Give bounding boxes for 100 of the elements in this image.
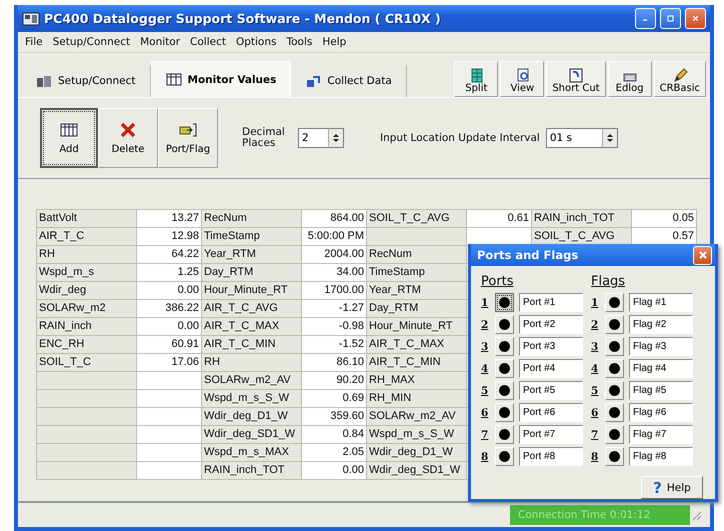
spin-buttons[interactable]	[328, 128, 344, 148]
toolbar-button[interactable]: Add	[40, 108, 98, 168]
section-heading: Ports	[481, 274, 515, 290]
value-cell: 2.05	[302, 444, 367, 462]
tab[interactable]: Collect Data	[291, 65, 407, 97]
port-number: 6	[481, 406, 490, 419]
variable-name-cell: Hour_Minute_RT	[202, 282, 302, 300]
flag-name-field[interactable]: Flag #6	[629, 403, 693, 422]
value-cell: 0.69	[302, 390, 367, 408]
tool-button[interactable]: Split	[454, 61, 498, 97]
value-cell: 5:00:00 PM	[302, 228, 367, 246]
port-name-field[interactable]: Port #1	[519, 293, 583, 312]
close-button[interactable]	[685, 8, 706, 29]
variable-name-cell: RAIN_inch_TOT	[532, 210, 632, 228]
tab-icon	[166, 72, 182, 87]
flag-name-field[interactable]: Flag #8	[629, 447, 693, 466]
variable-name-cell: SOIL_T_C	[37, 354, 137, 372]
value-cell: 0.00	[137, 318, 202, 336]
menu-item[interactable]: Setup/Connect	[48, 36, 136, 48]
tool-button[interactable]: View	[500, 61, 544, 97]
app-icon	[22, 10, 40, 26]
spinner-field[interactable]: 2	[298, 128, 328, 148]
tool-button[interactable]: Short Cut	[546, 61, 606, 97]
port-name-field[interactable]: Port #8	[519, 447, 583, 466]
value-cell: 0.00	[137, 282, 202, 300]
flag-name-field[interactable]: Flag #1	[629, 293, 693, 312]
flag-name-field[interactable]: Flag #3	[629, 337, 693, 356]
value-cell: 0.61	[467, 210, 532, 228]
close-button[interactable]	[693, 246, 712, 265]
menu-item[interactable]: Options	[230, 36, 282, 48]
flag-toggle-button[interactable]	[605, 337, 624, 356]
port-number: 5	[481, 384, 490, 397]
spin-buttons[interactable]	[602, 128, 618, 148]
variable-name-cell: RAIN_inch_TOT	[202, 462, 302, 480]
variable-name-cell: Hour_Minute_RT	[367, 318, 467, 336]
variable-name-cell: TimeStamp	[367, 264, 467, 282]
tool-button[interactable]: Edlog	[608, 61, 652, 97]
menu-item[interactable]: Collect	[185, 36, 231, 48]
flag-toggle-button[interactable]	[605, 425, 624, 444]
flag-name-field[interactable]: Flag #7	[629, 425, 693, 444]
flag-toggle-button[interactable]	[605, 293, 624, 312]
variable-name-cell: Wdir_deg	[37, 282, 137, 300]
field-label: Input Location Update Interval	[380, 132, 540, 144]
dialog-title: Ports and Flags	[477, 248, 578, 262]
value-cell: 86.10	[302, 354, 367, 372]
variable-name-cell: Day_RTM	[367, 300, 467, 318]
toolbar-button[interactable]: Delete	[98, 108, 158, 168]
menu-item[interactable]: File	[20, 36, 48, 48]
port-name-field[interactable]: Port #3	[519, 337, 583, 356]
variable-name-cell: AIR_T_C	[37, 228, 137, 246]
menu-item[interactable]: Tools	[281, 36, 318, 48]
variable-name-cell: SOLARw_m2_AV	[202, 372, 302, 390]
flag-number: 7	[591, 428, 600, 441]
port-name-field[interactable]: Port #4	[519, 359, 583, 378]
variable-name-cell: Year_RTM	[367, 282, 467, 300]
flag-number: 4	[591, 362, 600, 375]
port-name-field[interactable]: Port #7	[519, 425, 583, 444]
flag-name-field[interactable]: Flag #4	[629, 359, 693, 378]
port-toggle-button[interactable]	[495, 293, 514, 312]
flag-name-field[interactable]: Flag #5	[629, 381, 693, 400]
variable-name-cell: Wdir_deg_D1_W	[202, 408, 302, 426]
flag-toggle-button[interactable]	[605, 315, 624, 334]
tool-button[interactable]: CRBasic	[654, 61, 706, 97]
value-cell: 1700.00	[302, 282, 367, 300]
toolbar-icon	[179, 122, 197, 138]
toolbar-button[interactable]: Port/Flag	[158, 108, 218, 168]
variable-name-cell: Day_RTM	[202, 264, 302, 282]
port-name-field[interactable]: Port #5	[519, 381, 583, 400]
toolbar-icon	[119, 122, 137, 138]
value-cell: 2004.00	[302, 246, 367, 264]
flag-toggle-button[interactable]	[605, 403, 624, 422]
variable-name-cell: Wspd_m_s_S_W	[367, 426, 467, 444]
port-name-field[interactable]: Port #2	[519, 315, 583, 334]
variable-name-cell: SOIL_T_C_AVG	[367, 210, 467, 228]
menu-item[interactable]: Help	[317, 36, 352, 48]
flag-toggle-button[interactable]	[605, 359, 624, 378]
toolbar-icon	[60, 122, 78, 138]
flag-toggle-button[interactable]	[605, 381, 624, 400]
section-heading: Flags	[591, 274, 626, 290]
variable-name-cell: RecNum	[202, 210, 302, 228]
maximize-icon	[667, 13, 674, 24]
help-button[interactable]: ? Help	[641, 476, 703, 499]
variable-name-cell: RH	[202, 354, 302, 372]
close-icon	[692, 13, 699, 24]
value-cell: 1.25	[137, 264, 202, 282]
menu-item[interactable]: Monitor	[135, 36, 186, 48]
minimize-button[interactable]	[635, 8, 656, 29]
tab[interactable]: Setup/Connect	[22, 65, 151, 97]
value-cell: 13.27	[137, 210, 202, 228]
spinner-field[interactable]: 01 s	[546, 128, 602, 148]
flag-number: 2	[591, 318, 600, 331]
flag-name-field[interactable]: Flag #2	[629, 315, 693, 334]
port-number: 4	[481, 362, 490, 375]
tab[interactable]: Monitor Values	[150, 61, 292, 97]
port-number: 1	[481, 296, 490, 309]
maximize-button[interactable]	[660, 8, 681, 29]
port-name-field[interactable]: Port #6	[519, 403, 583, 422]
flag-toggle-button[interactable]	[605, 447, 624, 466]
value-cell: 359.60	[302, 408, 367, 426]
port-number: 2	[481, 318, 490, 331]
